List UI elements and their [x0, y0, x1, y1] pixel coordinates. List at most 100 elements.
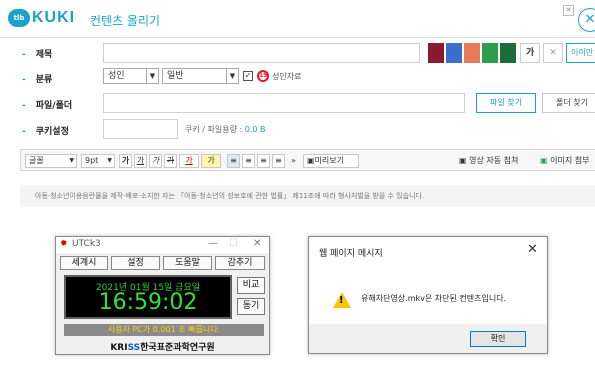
title-input[interactable] — [103, 43, 420, 63]
highlight-button[interactable]: 가 — [201, 154, 221, 168]
kriss-name: 한국표준과학연구원 — [140, 343, 215, 353]
close-icon[interactable]: ✕ — [578, 8, 595, 32]
color-swatch-blue[interactable] — [446, 43, 462, 63]
world-time-button[interactable]: 세계시 — [60, 256, 108, 270]
utck3-title: UTCk3 — [72, 239, 101, 249]
settings-button[interactable]: 설정 — [111, 256, 160, 270]
dialog-title: 웹 페이지 메시지 — [319, 249, 383, 259]
video-icon: ▣ — [459, 156, 467, 165]
file-row-label: - 파일/폴더 — [22, 98, 72, 111]
web-message-dialog: 웹 페이지 메시지 ✕ ! 유해차단영상.mkv은 차단된 컨텐츠입니다. 확인 — [308, 236, 548, 354]
font-size-select[interactable]: 9pt ▼ — [81, 154, 115, 168]
font-family-value: 글꼴 — [29, 156, 44, 165]
title-label: 제목 — [35, 50, 53, 60]
emoticon-button[interactable]: 이이만 — [566, 43, 595, 63]
close-icon[interactable]: ✕ — [527, 242, 538, 257]
dialog-message: 유해차단영상.mkv은 차단된 컨텐츠입니다. — [361, 294, 507, 303]
utck3-titlebar[interactable]: ✹ UTCk3 — ☐ ✕ — [56, 237, 269, 253]
color-swatch-darkgreen[interactable] — [500, 43, 516, 63]
clock-time: 16:59:02 — [98, 290, 198, 315]
category-select-1[interactable]: 성인 ▼ — [103, 68, 159, 84]
auto-video-label: 영상 자동 첨쳐 — [469, 156, 519, 165]
preview-icon: ▣ — [307, 156, 315, 165]
more-tools-button[interactable]: » — [291, 154, 296, 168]
warning-mark: ! — [339, 295, 344, 306]
align-left-button[interactable]: ≡ — [227, 154, 240, 168]
category-select-1-value: 성인 — [108, 71, 125, 81]
page-title: 컨텐츠 올리기 — [90, 14, 161, 28]
header: tlb KUKI 컨텐츠 올리기 ✕ — [0, 0, 595, 38]
image-attach-button[interactable]: ▣ 이미지 첨부 — [540, 154, 589, 168]
notice-close-icon[interactable]: ✕ — [563, 5, 574, 16]
file-label: 파일/폴더 — [35, 101, 73, 111]
file-find-button[interactable]: 파일 찾기 — [476, 93, 536, 113]
clock-status: 사용자 PC가 0.001 초 빠릅니다. — [64, 324, 264, 336]
image-icon: ▣ — [540, 156, 548, 165]
cookie-size-prefix: 쿠키 / 파일용량 : — [185, 125, 243, 134]
dialog-footer: 확인 — [309, 324, 547, 353]
color-swatch-green[interactable] — [482, 43, 498, 63]
legal-notice-text: 아동·청소년이용음란물을 제작·배포·소지한 자는 「아동·청소년의 성보호에 … — [35, 192, 425, 200]
font-size-value: 9pt — [85, 156, 99, 165]
row-dash: - — [22, 50, 26, 60]
kriss-ss: SS — [127, 343, 141, 353]
ok-button[interactable]: 확인 — [470, 331, 526, 347]
preview-button[interactable]: ▣미리보기 — [303, 154, 359, 168]
chevron-down-icon: ▼ — [69, 157, 74, 164]
folder-find-button[interactable]: 폴더 찾기 — [542, 93, 595, 113]
chevron-down-icon: ▼ — [107, 157, 112, 164]
category-select-2-value: 일반 — [167, 71, 184, 81]
editor-toolbar: 글꼴 ▼ 9pt ▼ 가 가 가 가 가 가 ≡ ≡ ≡ ≡ » ▣미리보기 ▣ 영… — [20, 149, 595, 171]
adult-checkbox[interactable]: ✓ — [243, 71, 253, 81]
category-label: 분류 — [35, 75, 53, 85]
hide-button[interactable]: 감추기 — [215, 256, 265, 270]
minimize-icon[interactable]: — — [208, 238, 218, 249]
underline-button[interactable]: 가 — [134, 154, 147, 168]
cookie-size-value: 0.0 B — [244, 125, 266, 134]
logo-text: KUKI — [32, 9, 76, 26]
logo-badge: tlb — [8, 9, 30, 27]
cookie-row-label: - 쿠키설정 — [22, 124, 69, 137]
cookie-size-info: 쿠키 / 파일용량 : 0.0 B — [185, 124, 266, 135]
chevron-down-icon: ▼ — [146, 69, 158, 83]
text-color-button[interactable]: 가 — [179, 154, 199, 168]
align-right-button[interactable]: ≡ — [257, 154, 270, 168]
clock-display: 2021년 01월 15일 금요일 16:59:02 — [64, 275, 232, 319]
bold-button[interactable]: 가 — [119, 154, 132, 168]
justify-button[interactable]: ≡ — [272, 154, 285, 168]
category-row-label: - 분류 — [22, 72, 52, 85]
kriss-prefix: KRI — [110, 343, 128, 353]
row-dash: - — [22, 101, 26, 111]
auto-video-button[interactable]: ▣ 영상 자동 첨쳐 — [459, 154, 518, 168]
age-19-icon: 19 — [257, 70, 269, 82]
utck3-window: ✹ UTCk3 — ☐ ✕ 세계시 설정 도움말 감추기 2021년 01월 1… — [55, 236, 270, 355]
color-swatch-salmon[interactable] — [464, 43, 480, 63]
kriss-logo: KRISS한국표준과학연구원 — [56, 340, 269, 353]
image-attach-label: 이미지 첨부 — [550, 156, 590, 165]
close-icon[interactable]: ✕ — [253, 238, 261, 249]
color-swatch-darkred[interactable] — [428, 43, 444, 63]
cookie-input[interactable] — [103, 119, 178, 139]
preview-label: 미리보기 — [314, 156, 345, 165]
kuki-logo[interactable]: tlb KUKI — [8, 9, 75, 27]
compare-button[interactable]: 비교 — [237, 277, 265, 294]
row-dash: - — [22, 127, 26, 137]
sync-button[interactable]: 동기 — [237, 298, 265, 315]
cookie-label: 쿠키설정 — [35, 127, 69, 137]
file-path-input[interactable] — [103, 93, 465, 113]
help-button[interactable]: 도움말 — [163, 256, 212, 270]
row-dash: - — [22, 75, 26, 85]
category-select-2[interactable]: 일반 ▼ — [162, 68, 239, 84]
title-row-label: - 제목 — [22, 47, 52, 60]
chevron-down-icon: ▼ — [226, 69, 238, 83]
font-family-select[interactable]: 글꼴 ▼ — [25, 154, 77, 168]
legal-notice: 아동·청소년이용음란물을 제작·배포·소지한 자는 「아동·청소년의 성보호에 … — [20, 185, 595, 207]
align-center-button[interactable]: ≡ — [242, 154, 255, 168]
adult-label: 성인자료 — [272, 72, 302, 81]
utck3-app-icon: ✹ — [60, 239, 68, 249]
maximize-icon[interactable]: ☐ — [229, 238, 238, 249]
clear-icon[interactable]: ✕ — [543, 43, 563, 63]
strikethrough-button[interactable]: 가 — [164, 154, 177, 168]
title-bold-button[interactable]: 가 — [520, 43, 540, 63]
italic-button[interactable]: 가 — [149, 154, 162, 168]
